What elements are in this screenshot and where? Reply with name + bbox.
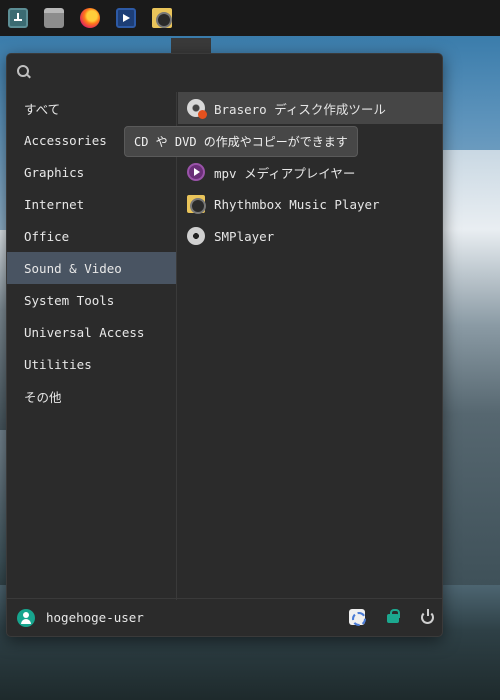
app-item-rhythmbox[interactable]: Rhythmbox Music Player <box>178 188 443 220</box>
category-other[interactable]: その他 <box>7 380 176 412</box>
lock-icon[interactable] <box>385 609 401 625</box>
smplayer-icon <box>187 227 205 245</box>
category-utilities[interactable]: Utilities <box>7 348 176 380</box>
category-system-tools[interactable]: System Tools <box>7 284 176 316</box>
user-name[interactable]: hogehoge-user <box>46 610 144 625</box>
video-player-launcher[interactable] <box>108 0 144 36</box>
speaker-icon <box>152 8 172 28</box>
firefox-launcher[interactable] <box>72 0 108 36</box>
category-graphics[interactable]: Graphics <box>7 156 176 188</box>
speaker-launcher[interactable] <box>144 0 180 36</box>
app-tooltip: CD や DVD の作成やコピーができます <box>124 126 358 157</box>
search-icon <box>17 65 31 79</box>
category-label: Internet <box>24 196 85 212</box>
search-input[interactable] <box>39 65 442 79</box>
search-bar <box>7 54 442 90</box>
app-label: Rhythmbox Music Player <box>214 196 380 212</box>
app-item-brasero[interactable]: Brasero ディスク作成ツール <box>178 92 443 124</box>
category-label: System Tools <box>24 292 115 308</box>
category-all[interactable]: すべて <box>7 92 176 124</box>
category-label: その他 <box>24 389 62 405</box>
settings-icon[interactable] <box>349 609 366 626</box>
app-list: Brasero ディスク作成ツール mpv メディアプレイヤー Rhythmbo… <box>178 92 443 600</box>
download-icon <box>8 8 28 28</box>
category-universal-access[interactable]: Universal Access <box>7 316 176 348</box>
top-panel <box>0 0 500 546</box>
archive-icon <box>44 8 64 28</box>
category-label: Sound & Video <box>24 260 122 276</box>
category-sound-video[interactable]: Sound & Video <box>7 252 176 284</box>
footer-actions <box>349 608 434 626</box>
rhythmbox-icon <box>187 195 206 214</box>
app-label: Brasero ディスク作成ツール <box>214 101 386 117</box>
firefox-icon <box>80 8 100 28</box>
video-player-icon <box>116 8 136 28</box>
menu-footer: hogehoge-user <box>7 598 442 636</box>
category-office[interactable]: Office <box>7 220 176 252</box>
category-label: Office <box>24 228 70 244</box>
app-item-smplayer[interactable]: SMPlayer <box>178 220 443 252</box>
category-label: Accessories <box>24 132 107 148</box>
category-list: すべて Accessories Graphics Internet Office… <box>7 92 177 600</box>
category-label: すべて <box>24 101 61 117</box>
category-label: Universal Access <box>24 324 145 340</box>
category-internet[interactable]: Internet <box>7 188 176 220</box>
download-launcher[interactable] <box>0 0 36 36</box>
category-label: Utilities <box>24 356 92 372</box>
category-label: Graphics <box>24 164 85 180</box>
avatar[interactable] <box>17 608 35 627</box>
mpv-icon <box>187 163 205 181</box>
brasero-icon <box>187 99 207 119</box>
archive-launcher[interactable] <box>36 0 72 36</box>
power-icon[interactable] <box>421 608 434 624</box>
app-label: mpv メディアプレイヤー <box>214 165 356 181</box>
app-label: SMPlayer <box>214 228 275 244</box>
app-item-mpv[interactable]: mpv メディアプレイヤー <box>178 156 443 188</box>
